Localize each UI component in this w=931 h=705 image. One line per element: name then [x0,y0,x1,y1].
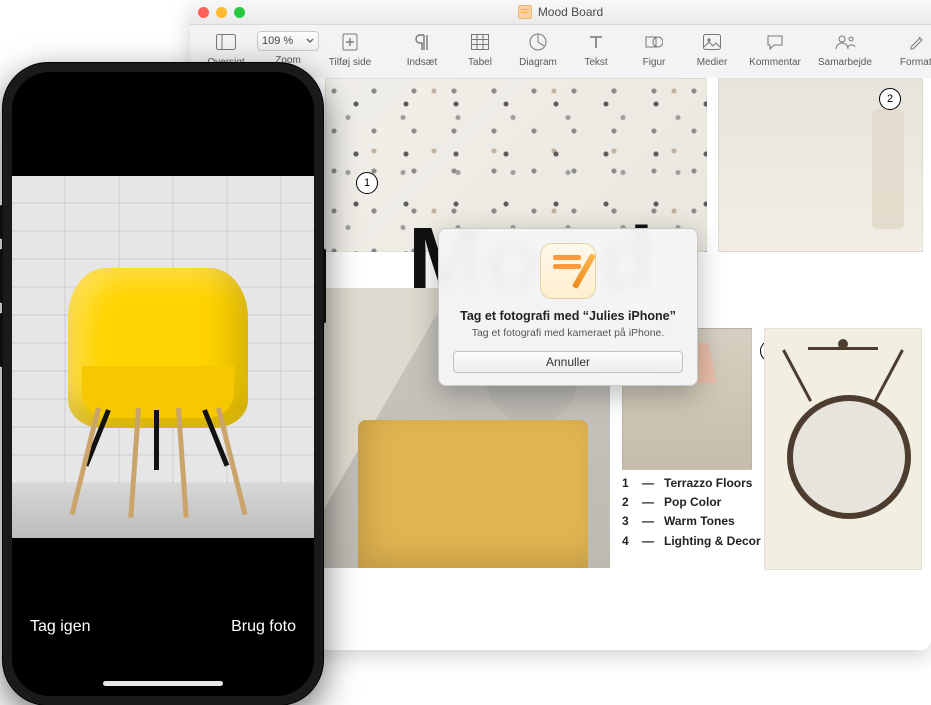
window-title: Mood Board [190,5,931,19]
kommentar-button[interactable]: Kommentar [742,29,808,69]
iphone-volume-up [0,249,3,303]
tekst-button[interactable]: Tekst [568,29,624,69]
tabel-button[interactable]: Tabel [452,29,508,69]
toolbar-label: Diagram [519,57,557,68]
callout-number: 1 [364,177,370,189]
photo-preview [12,176,314,538]
legend-label: Terrazzo Floors [664,474,752,493]
format-brush-icon [904,31,928,53]
image-mirror[interactable] [764,328,922,570]
toolbar-label: Format [900,57,931,68]
zoom-value: 109 % [262,35,293,47]
dialog-title: Tag et fotografi med “Julies iPhone” [453,309,683,323]
callout-2: 2 [879,88,901,110]
cancel-button[interactable]: Annuller [453,351,683,373]
format-button[interactable]: Format [894,29,931,69]
comment-icon [763,31,787,53]
close-window-button[interactable] [198,7,209,18]
toolbar-label: Samarbejde [818,57,872,68]
text-icon [584,31,608,53]
minimize-window-button[interactable] [216,7,227,18]
document-icon [518,5,532,19]
legend-row: 4 — Lighting & Decor [622,532,761,551]
callout-number: 2 [887,93,893,105]
home-indicator[interactable] [103,681,223,686]
chevron-down-icon [306,37,314,45]
toolbar-label: Tabel [468,57,492,68]
continuity-camera-dialog: Tag et fotografi med “Julies iPhone” Tag… [438,228,698,386]
toolbar-label: Indsæt [407,57,438,68]
photo-yellow-chair [58,238,258,518]
legend-label: Warm Tones [664,512,735,531]
legend-dash: — [642,474,654,493]
table-icon [468,31,492,53]
dialog-subtitle: Tag et fotografi med kameraet på iPhone. [453,327,683,339]
legend-list: 1 — Terrazzo Floors 2 — Pop Color 3 — Wa… [622,474,761,551]
legend-num: 1 [622,474,632,493]
iphone-volume-down [0,313,3,367]
sofa-cushion [358,420,588,568]
iphone-device: Tag igen Brug foto [2,62,324,705]
paragraph-icon [410,31,434,53]
legend-row: 1 — Terrazzo Floors [622,474,761,493]
diagram-button[interactable]: Diagram [510,29,566,69]
legend-label: Lighting & Decor [664,532,761,551]
callout-1: 1 [356,172,378,194]
toolbar-label: Medier [697,57,728,68]
toolbar-label: Tekst [584,57,607,68]
cancel-button-label: Annuller [546,355,590,369]
media-icon [700,31,724,53]
legend-num: 3 [622,512,632,531]
window-title-text: Mood Board [538,5,603,19]
iphone-screen: Tag igen Brug foto [12,72,314,696]
window-titlebar: Mood Board [190,0,931,25]
camera-toolbar: Tag igen Brug foto [12,576,314,696]
figur-button[interactable]: Figur [626,29,682,69]
zoom-window-button[interactable] [234,7,245,18]
legend-dash: — [642,512,654,531]
sidebar-icon [214,31,238,53]
tilfoj-side-button[interactable]: Tilføj side [322,29,378,69]
use-photo-button[interactable]: Brug foto [231,618,296,636]
retake-label: Tag igen [30,618,91,635]
indsaet-button[interactable]: Indsæt [394,29,450,69]
medier-button[interactable]: Medier [684,29,740,69]
camera-app: Tag igen Brug foto [12,72,314,696]
toolbar-label: Tilføj side [329,57,371,68]
shape-icon [642,31,666,53]
window-controls [198,7,245,18]
legend-num: 4 [622,532,632,551]
mirror-ring [787,395,911,519]
toolbar-label: Figur [643,57,666,68]
retake-button[interactable]: Tag igen [30,618,91,636]
legend-row: 2 — Pop Color [622,493,761,512]
legend-row: 3 — Warm Tones [622,512,761,531]
samarbejde-button[interactable]: Samarbejde [812,29,878,69]
add-page-icon [338,31,362,53]
iphone-mute-switch [0,205,3,239]
legend-dash: — [642,532,654,551]
iphone-side-button [323,249,326,323]
legend-dash: — [642,493,654,512]
legend-label: Pop Color [664,493,721,512]
chart-icon [526,31,550,53]
iphone-notch [88,72,238,98]
pages-app-icon [540,243,596,299]
legend-num: 2 [622,493,632,512]
use-photo-label: Brug foto [231,618,296,635]
toolbar-label: Kommentar [749,57,801,68]
collaborate-icon [833,31,857,53]
zoom-value-box: 109 % [257,31,319,51]
